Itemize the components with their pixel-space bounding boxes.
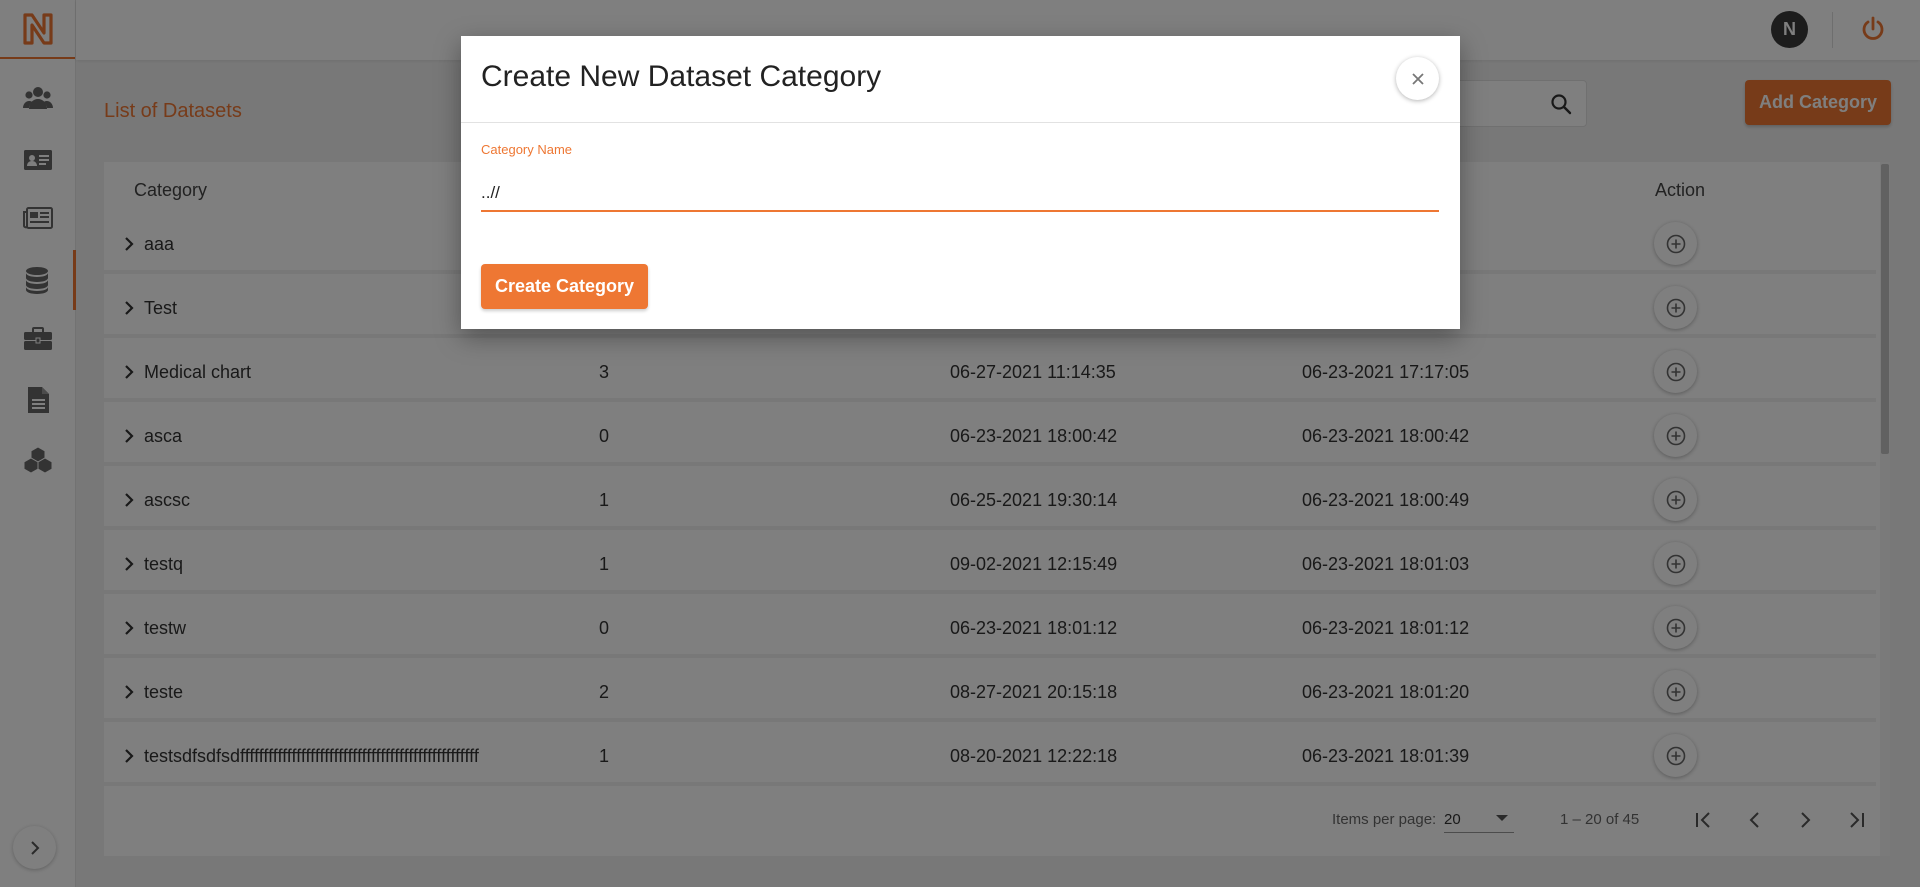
create-category-dialog: Create New Dataset Category Category Nam… — [461, 36, 1460, 329]
dialog-title: Create New Dataset Category — [481, 60, 882, 93]
create-category-button[interactable]: Create Category — [481, 264, 648, 309]
category-name-input[interactable] — [481, 176, 1439, 212]
close-icon — [1411, 72, 1424, 85]
dialog-divider — [461, 122, 1460, 123]
category-name-label: Category Name — [481, 142, 573, 157]
close-dialog-button[interactable] — [1396, 57, 1439, 100]
